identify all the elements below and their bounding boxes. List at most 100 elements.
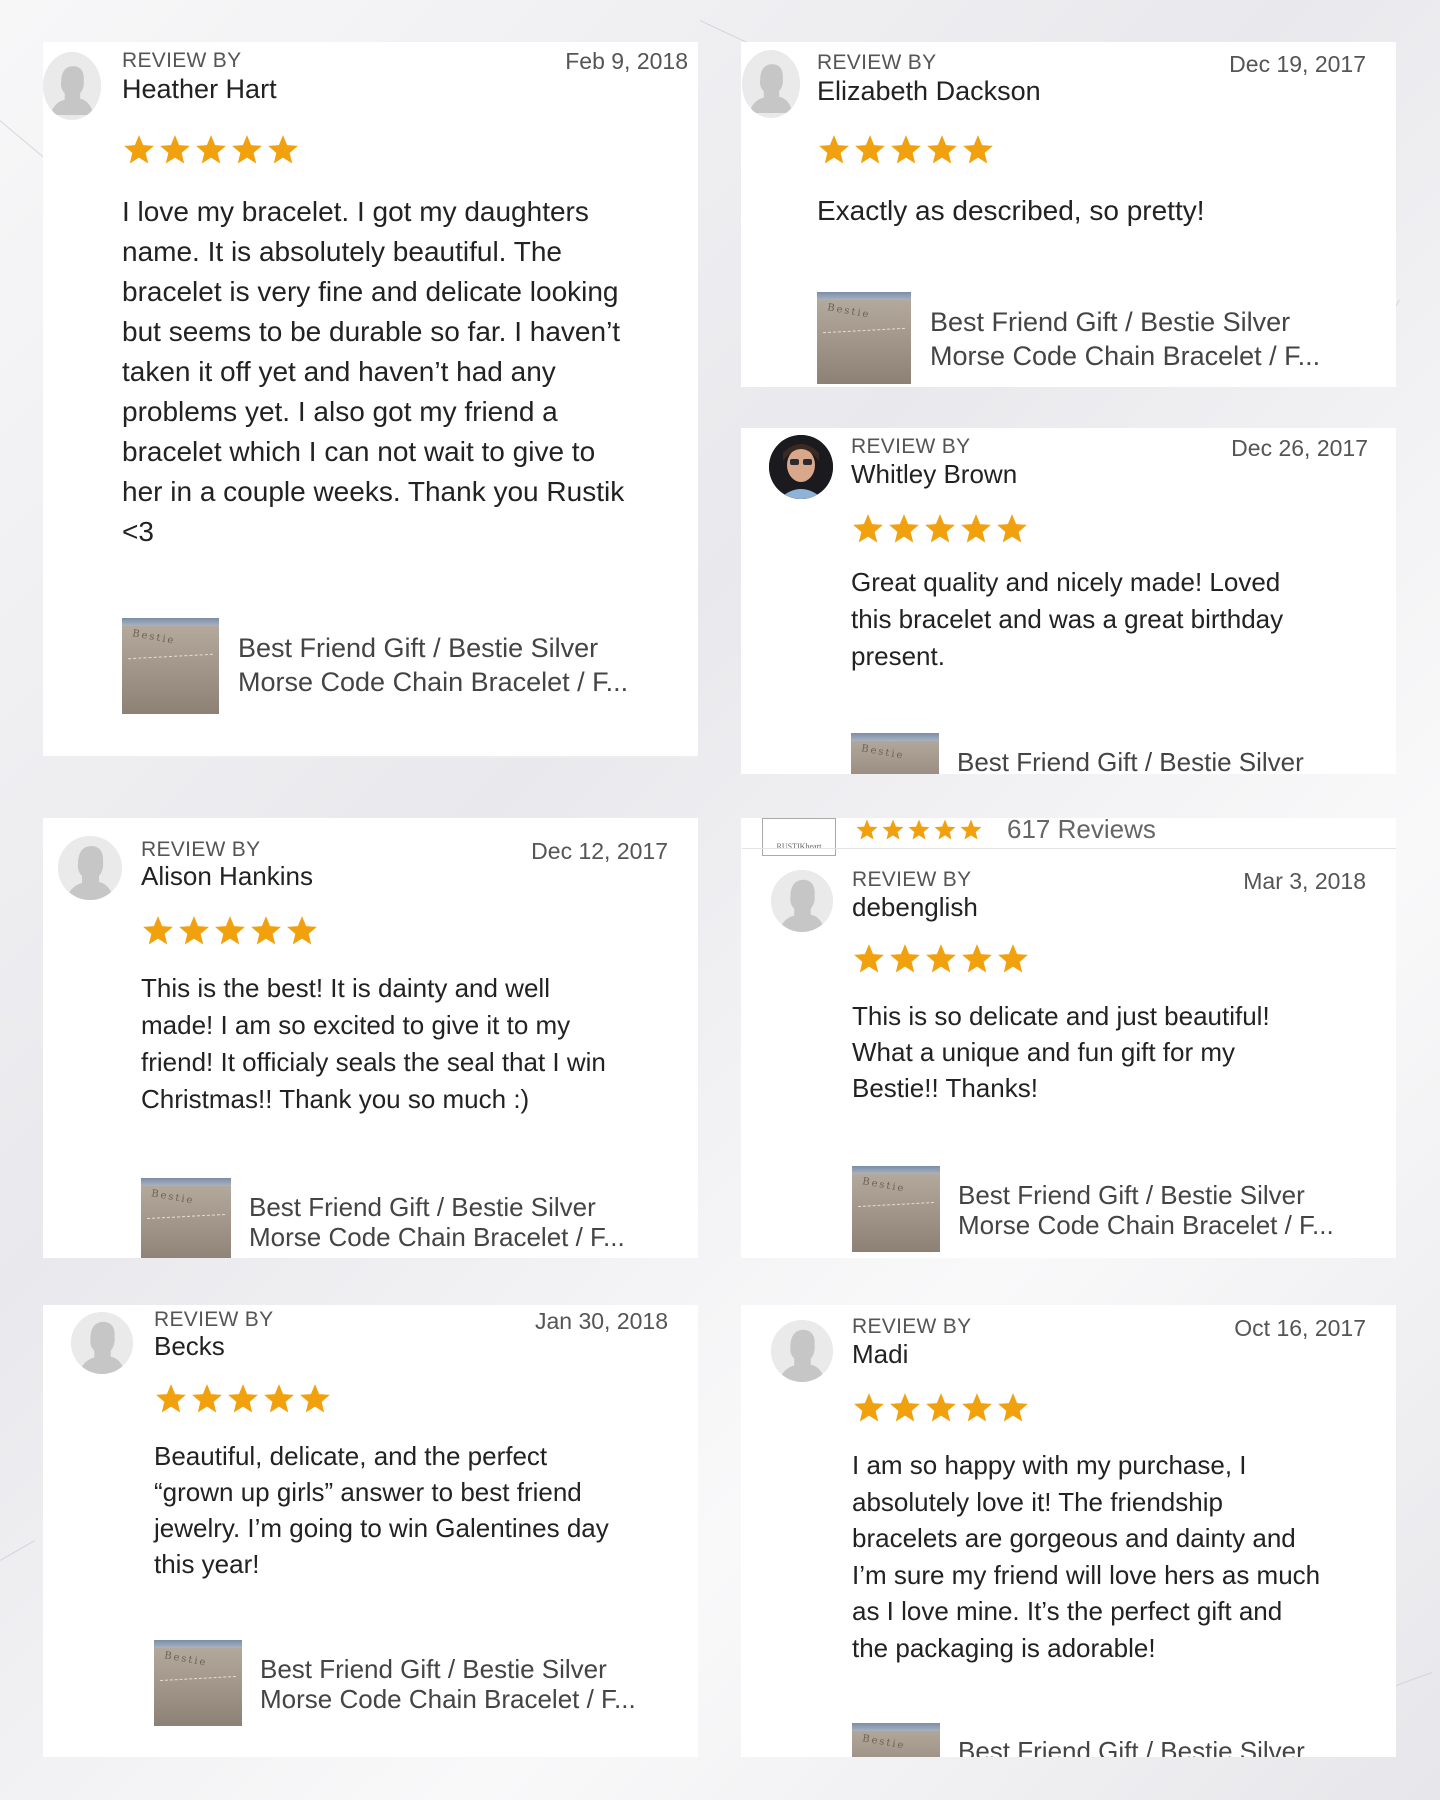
marble-vein xyxy=(0,120,46,160)
star-icon xyxy=(264,1384,294,1413)
reviewer-avatar xyxy=(58,836,122,900)
star-icon xyxy=(856,819,878,840)
product-title-line1: Best Friend Gift / Bestie Silver xyxy=(260,1654,607,1684)
review-date: Dec 19, 2017 xyxy=(1229,51,1366,77)
reviewer-name[interactable]: Alison Hankins xyxy=(141,861,313,892)
star-icon xyxy=(160,135,190,164)
product-title[interactable]: Best Friend Gift / Bestie Silver Morse C… xyxy=(958,1180,1334,1240)
star-icon xyxy=(961,514,991,543)
rating-stars xyxy=(154,1382,332,1416)
rating-stars xyxy=(852,1391,1030,1425)
star-icon xyxy=(963,135,993,164)
star-icon xyxy=(287,916,317,945)
reviewer-avatar xyxy=(742,50,800,118)
review-by-label: REVIEW BY xyxy=(817,51,937,74)
star-icon xyxy=(882,819,904,840)
star-icon xyxy=(908,819,930,840)
review-text: I am so happy with my purchase, I absolu… xyxy=(852,1450,1321,1663)
star-icon xyxy=(179,916,209,945)
product-thumbnail[interactable]: Bestie xyxy=(141,1178,231,1258)
rating-stars xyxy=(851,512,1029,546)
reviewer-photo-avatar xyxy=(769,435,833,499)
star-icon xyxy=(192,1384,222,1413)
thumbnail-text: Bestie xyxy=(131,628,177,647)
reviewer-name[interactable]: debenglish xyxy=(852,892,978,923)
reviewer-name[interactable]: Heather Hart xyxy=(122,74,277,105)
review-by-label: REVIEW BY xyxy=(141,838,261,861)
thumbnail-text: Bestie xyxy=(861,1176,907,1195)
review-card: REVIEW BY Whitley Brown Dec 26, 2017 Gre… xyxy=(741,428,1396,774)
star-icon xyxy=(232,135,262,164)
product-title[interactable]: Best Friend Gift / Bestie Silver Morse C… xyxy=(249,1192,625,1252)
review-date: Jan 30, 2018 xyxy=(534,1308,668,1334)
reviewer-name[interactable]: Whitley Brown xyxy=(851,459,1017,490)
product-thumbnail[interactable]: Bestie xyxy=(852,1723,940,1757)
star-icon xyxy=(891,135,921,164)
thumbnail-text: Bestie xyxy=(150,1188,196,1207)
reviewer-photo xyxy=(769,435,833,499)
marble-vein xyxy=(0,1540,36,1561)
shop-logo[interactable]: RUSTIKheart xyxy=(762,818,836,856)
star-icon xyxy=(890,944,920,973)
shop-review-count[interactable]: 617 Reviews xyxy=(1007,814,1156,845)
review-text: Beautiful, delicate, and the perfect “gr… xyxy=(154,1441,609,1579)
product-title[interactable]: Best Friend Gift / Bestie Silver xyxy=(957,746,1304,774)
product-title-line2: Morse Code Chain Bracelet / F... xyxy=(958,1210,1334,1240)
rating-stars xyxy=(817,133,995,167)
star-icon xyxy=(855,135,885,164)
star-icon xyxy=(854,944,884,973)
review-card: REVIEW BY Alison Hankins Dec 12, 2017 Th… xyxy=(43,818,698,1258)
star-icon xyxy=(925,514,955,543)
product-thumbnail[interactable]: Bestie xyxy=(852,1166,940,1252)
reviewer-name[interactable]: Madi xyxy=(852,1339,908,1370)
product-title-line1: Best Friend Gift / Bestie Silver xyxy=(958,1180,1305,1210)
star-icon xyxy=(143,916,173,945)
product-title-line2: Morse Code Chain Bracelet / F... xyxy=(249,1222,625,1252)
star-icon xyxy=(926,1393,956,1422)
thumbnail-text: Bestie xyxy=(826,302,872,321)
star-icon xyxy=(819,135,849,164)
review-date: Dec 12, 2017 xyxy=(531,838,668,864)
product-thumbnail[interactable]: Bestie xyxy=(154,1640,242,1726)
review-by-label: REVIEW BY xyxy=(851,435,971,458)
thumbnail-text: Bestie xyxy=(860,743,906,762)
star-icon xyxy=(215,916,245,945)
product-title[interactable]: Best Friend Gift / Bestie Silver Morse C… xyxy=(238,632,628,700)
reviewer-avatar xyxy=(43,52,101,120)
star-icon xyxy=(156,1384,186,1413)
star-icon xyxy=(854,1393,884,1422)
product-title-line1: Best Friend Gift / Bestie Silver xyxy=(958,1736,1305,1757)
star-icon xyxy=(890,1393,920,1422)
star-icon xyxy=(124,135,154,164)
product-title[interactable]: Best Friend Gift / Bestie Silver Morse C… xyxy=(930,306,1320,374)
product-title[interactable]: Best Friend Gift / Bestie Silver Morse C… xyxy=(260,1654,636,1714)
review-text: This is so delicate and just beautiful! … xyxy=(852,1001,1270,1103)
product-title-line1: Best Friend Gift / Bestie Silver xyxy=(238,633,599,663)
reviewer-avatar xyxy=(771,870,833,932)
star-icon xyxy=(962,944,992,973)
thumbnail-text: Bestie xyxy=(861,1733,907,1752)
star-icon xyxy=(228,1384,258,1413)
reviewer-name[interactable]: Elizabeth Dackson xyxy=(817,76,1041,107)
review-text: This is the best! It is dainty and well … xyxy=(141,973,606,1114)
star-icon xyxy=(998,1393,1028,1422)
product-thumbnail[interactable]: Bestie xyxy=(122,618,219,714)
star-icon xyxy=(268,135,298,164)
review-card: REVIEW BY Elizabeth Dackson Dec 19, 2017… xyxy=(741,42,1396,387)
review-date: Feb 9, 2018 xyxy=(565,48,688,74)
star-icon xyxy=(960,819,982,840)
product-thumbnail[interactable]: Bestie xyxy=(817,292,911,384)
star-icon xyxy=(962,1393,992,1422)
review-text: Exactly as described, so pretty! xyxy=(817,195,1205,226)
review-card: REVIEW BY Madi Oct 16, 2017 I am so happ… xyxy=(741,1305,1396,1757)
reviewer-avatar xyxy=(71,1312,133,1374)
review-text: Great quality and nicely made! Loved thi… xyxy=(851,567,1284,671)
product-title[interactable]: Best Friend Gift / Bestie Silver xyxy=(958,1735,1305,1757)
star-icon xyxy=(927,135,957,164)
product-thumbnail[interactable]: Bestie xyxy=(851,733,939,774)
reviewer-name[interactable]: Becks xyxy=(154,1331,225,1362)
thumbnail-text: Bestie xyxy=(163,1650,209,1669)
product-title-line2: Morse Code Chain Bracelet / F... xyxy=(260,1684,636,1714)
review-by-label: REVIEW BY xyxy=(122,49,242,72)
review-by-label: REVIEW BY xyxy=(154,1308,274,1331)
